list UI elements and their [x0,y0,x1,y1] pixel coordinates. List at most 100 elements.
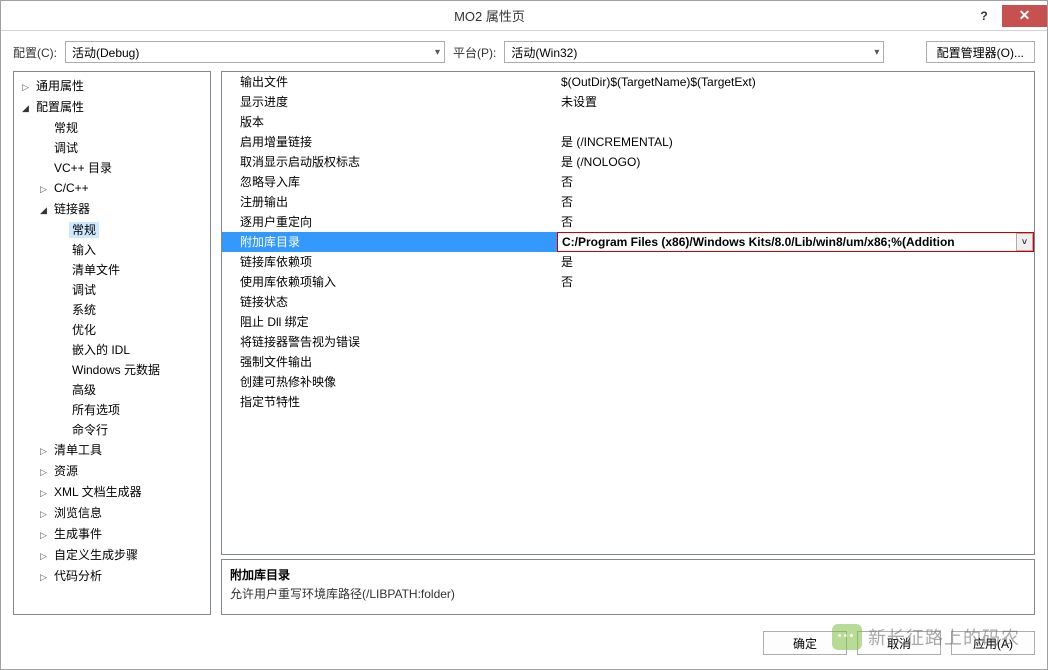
apply-button[interactable]: 应用(A) [951,631,1035,655]
property-row[interactable]: 链接库依赖项是 [222,252,1034,272]
property-row[interactable]: 输出文件$(OutDir)$(TargetName)$(TargetExt) [222,72,1034,92]
category-tree[interactable]: ▷通用属性◢配置属性常规调试VC++ 目录▷C/C++◢链接器常规输入清单文件调… [13,71,211,615]
tree-node[interactable]: 高级 [16,380,208,400]
tree-node[interactable]: 常规 [16,220,208,240]
config-manager-button[interactable]: 配置管理器(O)... [926,41,1035,63]
tree-node-label: VC++ 目录 [51,160,115,176]
title-bar: MO2 属性页 ? ✕ [1,1,1047,31]
tree-expander-icon[interactable]: ▷ [20,77,31,97]
tree-expander-icon[interactable]: ◢ [20,98,31,118]
window-title: MO2 属性页 [9,6,970,25]
tree-expander-icon[interactable]: ▷ [38,462,49,482]
property-row[interactable]: 取消显示启动版权标志是 (/NOLOGO) [222,152,1034,172]
tree-node[interactable]: 输入 [16,240,208,260]
property-name: 逐用户重定向 [222,212,557,231]
tree-node[interactable]: ◢配置属性 [16,97,208,118]
tree-node[interactable]: ◢链接器 [16,199,208,220]
property-name: 附加库目录 [222,232,557,251]
chevron-down-icon: ▾ [874,47,879,58]
property-name: 输出文件 [222,72,557,91]
tree-node-label: 常规 [69,222,99,238]
dropdown-icon[interactable]: ˅ [1016,233,1033,251]
ok-button[interactable]: 确定 [763,631,847,655]
tree-node-label: Windows 元数据 [69,362,163,378]
tree-expander-icon[interactable]: ▷ [38,567,49,587]
tree-node[interactable]: 所有选项 [16,400,208,420]
toolbar: 配置(C): 活动(Debug) ▾ 平台(P): 活动(Win32) ▾ 配置… [1,31,1047,71]
tree-node[interactable]: 常规 [16,118,208,138]
description-title: 附加库目录 [230,566,1026,583]
property-grid[interactable]: 输出文件$(OutDir)$(TargetName)$(TargetExt)显示… [221,71,1035,555]
property-value: 否 [557,172,1034,191]
property-value [557,112,1034,131]
help-button[interactable]: ? [970,5,998,27]
property-row[interactable]: 将链接器警告视为错误 [222,332,1034,352]
description-text: 允许用户重写环境库路径(/LIBPATH:folder) [230,585,1026,602]
tree-node-label: 链接器 [51,201,93,217]
tree-expander-icon[interactable]: ▷ [38,525,49,545]
property-row[interactable]: 显示进度未设置 [222,92,1034,112]
tree-node[interactable]: ▷浏览信息 [16,503,208,524]
property-name: 将链接器警告视为错误 [222,332,557,351]
chevron-down-icon: ▾ [435,47,440,58]
tree-node[interactable]: ▷生成事件 [16,524,208,545]
tree-node[interactable]: ▷C/C++ [16,178,208,199]
property-value [557,392,1034,411]
platform-combo[interactable]: 活动(Win32) ▾ [504,41,884,63]
tree-expander-icon[interactable]: ◢ [38,200,49,220]
tree-expander-icon[interactable]: ▷ [38,179,49,199]
tree-node[interactable]: ▷资源 [16,461,208,482]
tree-node[interactable]: ▷XML 文档生成器 [16,482,208,503]
tree-node-label: 调试 [51,140,81,156]
tree-node[interactable]: 优化 [16,320,208,340]
tree-expander-icon[interactable]: ▷ [38,441,49,461]
tree-node[interactable]: 嵌入的 IDL [16,340,208,360]
tree-node-label: 代码分析 [51,568,105,584]
tree-node-label: 所有选项 [69,402,123,418]
cancel-button[interactable]: 取消 [857,631,941,655]
property-row[interactable]: 忽略导入库否 [222,172,1034,192]
property-name: 强制文件输出 [222,352,557,371]
tree-node[interactable]: 清单文件 [16,260,208,280]
tree-node-label: 生成事件 [51,526,105,542]
property-row[interactable]: 链接状态 [222,292,1034,312]
tree-node[interactable]: Windows 元数据 [16,360,208,380]
property-value [557,312,1034,331]
property-row[interactable]: 指定节特性 [222,392,1034,412]
property-row[interactable]: 版本 [222,112,1034,132]
property-row[interactable]: 强制文件输出 [222,352,1034,372]
tree-node[interactable]: 调试 [16,138,208,158]
tree-node-label: 常规 [51,120,81,136]
tree-node[interactable]: 系统 [16,300,208,320]
property-name: 注册输出 [222,192,557,211]
property-value[interactable]: C:/Program Files (x86)/Windows Kits/8.0/… [557,232,1034,252]
property-row[interactable]: 使用库依赖项输入否 [222,272,1034,292]
property-row[interactable]: 注册输出否 [222,192,1034,212]
property-row[interactable]: 创建可热修补映像 [222,372,1034,392]
property-name: 使用库依赖项输入 [222,272,557,291]
tree-node-label: 自定义生成步骤 [51,547,141,563]
close-button[interactable]: ✕ [1002,5,1047,27]
property-value: 是 (/INCREMENTAL) [557,132,1034,151]
tree-node[interactable]: 命令行 [16,420,208,440]
tree-expander-icon[interactable]: ▷ [38,483,49,503]
property-row[interactable]: 阻止 Dll 绑定 [222,312,1034,332]
tree-expander-icon[interactable]: ▷ [38,504,49,524]
tree-node[interactable]: VC++ 目录 [16,158,208,178]
property-row[interactable]: 逐用户重定向否 [222,212,1034,232]
tree-expander-icon[interactable]: ▷ [38,546,49,566]
tree-node[interactable]: 调试 [16,280,208,300]
button-bar: 确定 取消 应用(A) [1,621,1047,669]
config-manager-label: 配置管理器(O)... [937,44,1024,61]
tree-node[interactable]: ▷代码分析 [16,566,208,587]
config-combo[interactable]: 活动(Debug) ▾ [65,41,445,63]
property-row[interactable]: 启用增量链接是 (/INCREMENTAL) [222,132,1034,152]
tree-node[interactable]: ▷通用属性 [16,76,208,97]
tree-node-label: 调试 [69,282,99,298]
property-value: 是 (/NOLOGO) [557,152,1034,171]
tree-node[interactable]: ▷清单工具 [16,440,208,461]
property-name: 取消显示启动版权标志 [222,152,557,171]
property-row[interactable]: 附加库目录C:/Program Files (x86)/Windows Kits… [222,232,1034,252]
config-value: 活动(Debug) [72,44,139,61]
tree-node[interactable]: ▷自定义生成步骤 [16,545,208,566]
